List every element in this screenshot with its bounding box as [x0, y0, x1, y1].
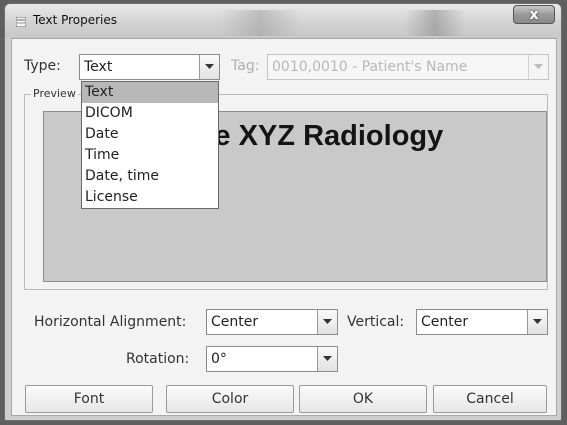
chevron-down-icon [323, 319, 332, 324]
horizontal-alignment-label: Horizontal Alignment: [34, 314, 187, 330]
dropdown-option[interactable]: Date, time [82, 166, 218, 187]
cancel-button[interactable]: Cancel [433, 385, 547, 413]
type-select-button[interactable] [199, 55, 219, 79]
chevron-down-icon [323, 356, 332, 361]
type-select-value: Text [84, 59, 113, 75]
close-icon: x [529, 7, 539, 23]
type-dropdown-list: Text DICOM Date Time Date, time License [81, 81, 219, 209]
rotation-label: Rotation: [126, 351, 190, 367]
horizontal-alignment-select[interactable]: Center [206, 309, 338, 335]
font-button[interactable]: Font [25, 385, 153, 413]
tag-select-button[interactable] [528, 55, 548, 79]
dropdown-option[interactable]: Date [82, 124, 218, 145]
dropdown-option[interactable]: DICOM [82, 103, 218, 124]
type-label: Type: [24, 58, 61, 74]
vertical-alignment-select[interactable]: Center [416, 309, 548, 335]
preview-label: Preview [31, 87, 78, 100]
type-select[interactable]: Text [79, 54, 220, 80]
close-button[interactable]: x [513, 5, 555, 24]
window-icon [16, 17, 26, 27]
vertical-alignment-value: Center [421, 314, 469, 330]
horizontal-alignment-value: Center [211, 314, 259, 330]
color-button[interactable]: Color [166, 385, 294, 413]
tag-label: Tag: [231, 58, 260, 74]
ok-button[interactable]: OK [299, 385, 427, 413]
chevron-down-icon [205, 64, 214, 69]
window-title: Text Properies [33, 13, 118, 27]
title-bar[interactable]: Text Properies x [5, 4, 561, 38]
dropdown-option[interactable]: Time [82, 145, 218, 166]
vertical-alignment-button[interactable] [527, 310, 547, 334]
dialog-body: Type: Text Tag: 0010,0010 - Patient's Na… [11, 38, 557, 416]
dropdown-option[interactable]: License [82, 187, 218, 208]
vertical-alignment-label: Vertical: [347, 314, 405, 330]
tag-select[interactable]: 0010,0010 - Patient's Name [267, 54, 549, 80]
rotation-select-button[interactable] [317, 347, 337, 371]
chevron-down-icon [533, 319, 542, 324]
tag-select-value: 0010,0010 - Patient's Name [272, 59, 468, 75]
titlebar-reflection [220, 10, 300, 36]
chevron-down-icon [534, 64, 543, 69]
rotation-value: 0° [211, 351, 227, 367]
rotation-select[interactable]: 0° [206, 346, 338, 372]
dropdown-option[interactable]: Text [82, 82, 218, 103]
text-properties-dialog: Text Properies x Type: Text Tag: 0010,00… [4, 3, 562, 421]
horizontal-alignment-button[interactable] [317, 310, 337, 334]
titlebar-reflection [405, 10, 465, 36]
